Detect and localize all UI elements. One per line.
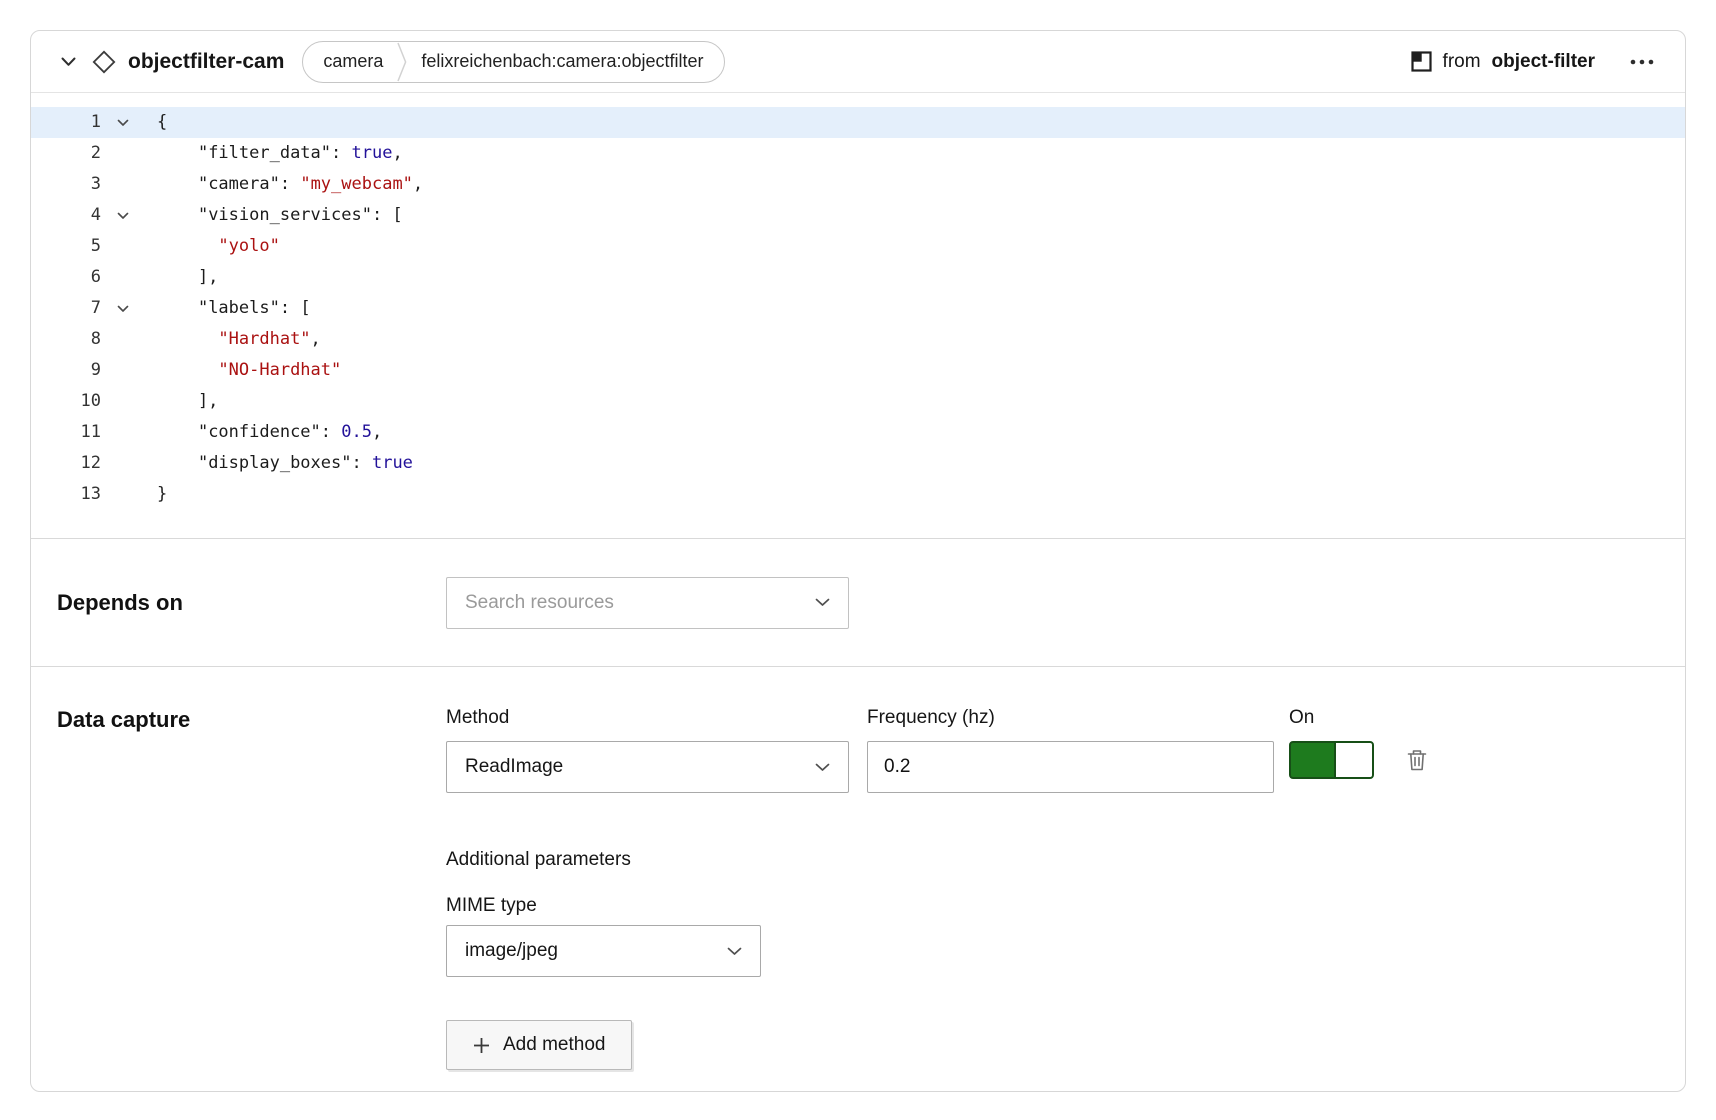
line-number: 8 (31, 324, 101, 355)
badge-separator-icon (397, 42, 407, 82)
fold-spacer (101, 386, 145, 417)
code-line[interactable]: 3 "camera": "my_webcam", (31, 169, 1685, 200)
module-source: from object-filter (1411, 51, 1595, 73)
mime-type-select[interactable]: image/jpeg (446, 925, 761, 977)
mime-type-value: image/jpeg (465, 940, 558, 962)
code-line[interactable]: 8 "Hardhat", (31, 324, 1685, 355)
line-number: 2 (31, 138, 101, 169)
code-line[interactable]: 10 ], (31, 386, 1685, 417)
fold-icon[interactable] (101, 200, 145, 231)
line-number: 7 (31, 293, 101, 324)
code-text[interactable]: ], (145, 262, 218, 293)
code-editor[interactable]: 1{2 "filter_data": true,3 "camera": "my_… (31, 93, 1685, 538)
chevron-down-icon (727, 947, 742, 956)
code-line[interactable]: 11 "confidence": 0.5, (31, 417, 1685, 448)
method-value: ReadImage (465, 756, 563, 778)
component-type-badge: camera felixreichenbach:camera:objectfil… (302, 41, 724, 83)
frequency-label: Frequency (hz) (867, 707, 1274, 729)
code-line[interactable]: 13} (31, 479, 1685, 510)
component-card: objectfilter-cam camera felixreichenbach… (30, 30, 1686, 1092)
component-icon (92, 50, 116, 74)
code-text[interactable]: "camera": "my_webcam", (145, 169, 423, 200)
component-title: objectfilter-cam (128, 50, 284, 74)
code-text[interactable]: "labels": [ (145, 293, 311, 324)
chevron-down-icon (815, 763, 830, 772)
code-line[interactable]: 4 "vision_services": [ (31, 200, 1685, 231)
code-line[interactable]: 5 "yolo" (31, 231, 1685, 262)
fold-icon[interactable] (101, 293, 145, 324)
fold-spacer (101, 138, 145, 169)
code-text[interactable]: "yolo" (145, 231, 280, 262)
mime-type-label: MIME type (446, 895, 1432, 917)
add-method-button[interactable]: Add method (446, 1020, 632, 1070)
component-type-label: camera (323, 51, 383, 72)
fold-spacer (101, 479, 145, 510)
overflow-menu-icon[interactable] (1625, 55, 1659, 69)
code-line[interactable]: 12 "display_boxes": true (31, 448, 1685, 479)
module-icon (1411, 51, 1432, 72)
method-label: Method (446, 707, 849, 729)
fold-spacer (101, 262, 145, 293)
code-line[interactable]: 6 ], (31, 262, 1685, 293)
line-number: 11 (31, 417, 101, 448)
code-text[interactable]: "filter_data": true, (145, 138, 403, 169)
data-capture-section: Data capture Method ReadImage Frequency … (31, 666, 1685, 1092)
fold-icon[interactable] (101, 107, 145, 138)
plus-icon (473, 1037, 490, 1054)
method-select[interactable]: ReadImage (446, 741, 849, 793)
fold-spacer (101, 448, 145, 479)
component-header: objectfilter-cam camera felixreichenbach… (31, 31, 1685, 93)
code-text[interactable]: "NO-Hardhat" (145, 355, 341, 386)
fold-spacer (101, 324, 145, 355)
line-number: 1 (31, 107, 101, 138)
line-number: 13 (31, 479, 101, 510)
toggle-knob (1334, 743, 1372, 777)
depends-on-title: Depends on (57, 590, 446, 616)
depends-on-section: Depends on Search resources (31, 538, 1685, 666)
data-capture-toggle[interactable] (1289, 741, 1374, 779)
code-line[interactable]: 9 "NO-Hardhat" (31, 355, 1685, 386)
code-text[interactable]: "Hardhat", (145, 324, 321, 355)
line-number: 6 (31, 262, 101, 293)
depends-on-select[interactable]: Search resources (446, 577, 849, 629)
line-number: 12 (31, 448, 101, 479)
frequency-input[interactable] (867, 741, 1274, 793)
module-from-text: from (1443, 51, 1481, 73)
code-text[interactable]: { (145, 107, 167, 138)
code-text[interactable]: } (145, 479, 167, 510)
component-model-label: felixreichenbach:camera:objectfilter (421, 51, 703, 72)
toggle-label: On (1289, 707, 1432, 729)
depends-on-placeholder: Search resources (465, 592, 614, 614)
fold-spacer (101, 355, 145, 386)
trash-icon[interactable] (1402, 744, 1432, 776)
code-text[interactable]: "display_boxes": true (145, 448, 413, 479)
code-text[interactable]: ], (145, 386, 218, 417)
code-line[interactable]: 7 "labels": [ (31, 293, 1685, 324)
line-number: 5 (31, 231, 101, 262)
code-line[interactable]: 2 "filter_data": true, (31, 138, 1685, 169)
line-number: 10 (31, 386, 101, 417)
line-number: 4 (31, 200, 101, 231)
fold-spacer (101, 417, 145, 448)
code-text[interactable]: "confidence": 0.5, (145, 417, 382, 448)
chevron-down-icon (815, 598, 830, 607)
line-number: 9 (31, 355, 101, 386)
fold-spacer (101, 231, 145, 262)
module-name: object-filter (1492, 51, 1595, 73)
collapse-icon[interactable] (57, 53, 80, 71)
code-line[interactable]: 1{ (31, 107, 1685, 138)
add-method-label: Add method (503, 1034, 605, 1056)
code-text[interactable]: "vision_services": [ (145, 200, 403, 231)
fold-spacer (101, 169, 145, 200)
line-number: 3 (31, 169, 101, 200)
data-capture-title: Data capture (57, 707, 446, 733)
additional-parameters-label: Additional parameters (446, 849, 1432, 871)
